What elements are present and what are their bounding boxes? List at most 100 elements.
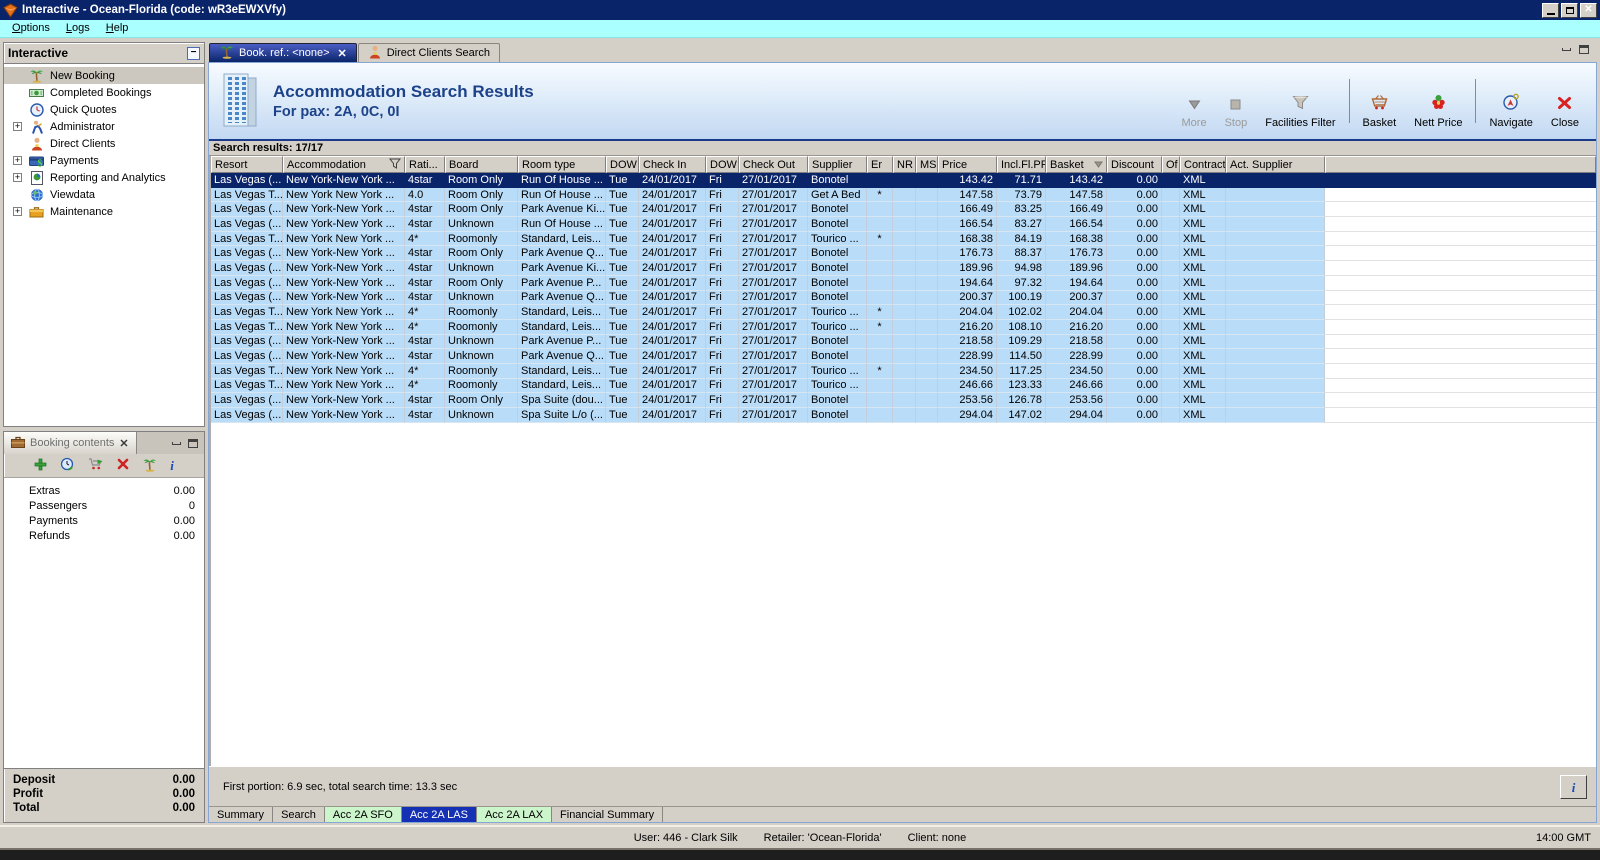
col-header-contract[interactable]: Contract bbox=[1180, 156, 1226, 173]
search-results-bar: Search results: 17/17 bbox=[209, 141, 1596, 156]
doc-minimize-icon[interactable] bbox=[1562, 48, 1571, 51]
menu-item-help[interactable]: Help bbox=[98, 21, 137, 36]
delete-icon[interactable] bbox=[117, 458, 129, 473]
doc-maximize-icon[interactable] bbox=[1579, 45, 1589, 54]
sidebar-item-payments[interactable]: + $ Payments bbox=[4, 152, 204, 169]
bottom-tab-summary[interactable]: Summary bbox=[209, 807, 274, 822]
cell-dow: Tue bbox=[606, 363, 639, 379]
bottom-tab-acc-2a-sfo[interactable]: Acc 2A SFO bbox=[324, 807, 402, 822]
table-row[interactable]: Las Vegas (... New York-New York ... 4star… bbox=[211, 202, 1596, 218]
table-row[interactable]: Las Vegas T... New York New York ... 4* Roo… bbox=[211, 231, 1596, 247]
col-header-of[interactable]: Of bbox=[1162, 156, 1180, 173]
facilities-filter-button[interactable]: Facilities Filter bbox=[1256, 73, 1344, 129]
sidebar-item-direct-clients[interactable]: Direct Clients bbox=[4, 135, 204, 152]
app-logo-icon bbox=[3, 2, 18, 18]
navigate-button[interactable]: Navigate bbox=[1480, 73, 1541, 129]
table-row[interactable]: Las Vegas T... New York New York ... 4* Roo… bbox=[211, 305, 1596, 320]
collapse-panel-button[interactable]: − bbox=[187, 46, 200, 60]
palm-icon[interactable] bbox=[142, 457, 157, 475]
stop-button[interactable]: Stop bbox=[1216, 73, 1257, 129]
filter-funnel-icon[interactable] bbox=[388, 158, 402, 172]
menu-item-options[interactable]: Options bbox=[4, 21, 58, 36]
cell-rati: 4* bbox=[405, 231, 445, 247]
col-header-incl-fl-pp[interactable]: Incl.Fl.PP bbox=[997, 156, 1046, 173]
basket-button[interactable]: Basket bbox=[1354, 73, 1406, 129]
tab-book-ref-none[interactable]: Book. ref.: <none> ✕ bbox=[209, 43, 357, 62]
sidebar-item-administrator[interactable]: + Administrator bbox=[4, 118, 204, 135]
table-row[interactable]: Las Vegas T... New York New York ... 4.0 Ro… bbox=[211, 187, 1596, 203]
menu-item-logs[interactable]: Logs bbox=[58, 21, 98, 36]
table-row[interactable]: Las Vegas (... New York-New York ... 4star… bbox=[211, 393, 1596, 408]
col-header-board[interactable]: Board bbox=[445, 156, 518, 173]
booking-contents-tab[interactable]: Booking contents ✕ bbox=[4, 432, 137, 454]
expand-icon[interactable]: + bbox=[13, 156, 22, 165]
close-button[interactable]: ✕ bbox=[1580, 2, 1597, 18]
table-row[interactable]: Las Vegas (... New York-New York ... 4star… bbox=[211, 217, 1596, 232]
table-row[interactable]: Las Vegas T... New York New York ... 4* Roo… bbox=[211, 363, 1596, 379]
sidebar-item-reporting-and-analytics[interactable]: + Reporting and Analytics bbox=[4, 169, 204, 186]
col-header-room-type[interactable]: Room type bbox=[518, 156, 606, 173]
sidebar-item-viewdata[interactable]: Viewdata bbox=[4, 186, 204, 203]
bottom-tab-financial-summary[interactable]: Financial Summary bbox=[552, 807, 664, 822]
table-row[interactable]: Las Vegas (... New York-New York ... 4star… bbox=[211, 334, 1596, 350]
sidebar-item-quick-quotes[interactable]: Quick Quotes bbox=[4, 101, 204, 118]
bottom-tab-acc-2a-las[interactable]: Acc 2A LAS bbox=[401, 807, 477, 822]
col-header-check-out[interactable]: Check Out bbox=[739, 156, 808, 173]
sidebar-item-maintenance[interactable]: + Maintenance bbox=[4, 203, 204, 220]
minimize-button[interactable] bbox=[1542, 2, 1559, 18]
close-button[interactable]: Close bbox=[1542, 73, 1588, 129]
col-header-resort[interactable]: Resort bbox=[211, 156, 283, 173]
cell-nr bbox=[893, 334, 916, 350]
statusbar-user: User: 446 - Clark Silk bbox=[633, 831, 738, 844]
table-row[interactable]: Las Vegas (... New York-New York ... 4star… bbox=[211, 173, 1596, 188]
col-header-rati[interactable]: Rati... bbox=[405, 156, 445, 173]
expand-icon[interactable]: + bbox=[13, 173, 22, 182]
table-row[interactable]: Las Vegas (... New York-New York ... 4star… bbox=[211, 349, 1596, 364]
col-header-basket[interactable]: Basket bbox=[1046, 156, 1107, 173]
sidebar-item-new-booking[interactable]: New Booking bbox=[4, 67, 204, 84]
col-header-act-supplier[interactable]: Act. Supplier bbox=[1226, 156, 1325, 173]
sidebar-item-completed-bookings[interactable]: Completed Bookings bbox=[4, 84, 204, 101]
col-header-dow[interactable]: DOW bbox=[606, 156, 639, 173]
restore-button[interactable] bbox=[1561, 2, 1578, 18]
booking-contents-close-icon[interactable]: ✕ bbox=[119, 437, 128, 450]
cell-check-out: 27/01/2017 bbox=[739, 393, 808, 408]
col-header-price[interactable]: Price bbox=[938, 156, 997, 173]
col-header-accommodation[interactable]: Accommodation bbox=[283, 156, 405, 173]
table-row[interactable]: Las Vegas T... New York New York ... 4* Roo… bbox=[211, 378, 1596, 394]
info-icon[interactable]: i bbox=[170, 459, 174, 473]
table-row[interactable]: Las Vegas (... New York-New York ... 4star… bbox=[211, 408, 1596, 423]
table-row[interactable]: Las Vegas T... New York New York ... 4* Roo… bbox=[211, 319, 1596, 335]
panel-minimize-icon[interactable] bbox=[172, 441, 181, 445]
col-header-supplier[interactable]: Supplier bbox=[808, 156, 867, 173]
expand-icon[interactable]: + bbox=[13, 122, 22, 131]
cartarrow-icon[interactable] bbox=[88, 457, 104, 474]
more-button[interactable]: More bbox=[1173, 73, 1216, 129]
add-icon[interactable] bbox=[34, 458, 47, 474]
cell-act-supplier bbox=[1226, 246, 1325, 262]
col-header-er[interactable]: Er bbox=[867, 156, 893, 173]
cell-accommodation: New York-New York ... bbox=[283, 334, 405, 350]
table-body: Las Vegas (... New York-New York ... 4star… bbox=[211, 173, 1596, 766]
col-header-check-in[interactable]: Check In bbox=[639, 156, 706, 173]
expand-icon[interactable]: + bbox=[13, 207, 22, 216]
table-row[interactable]: Las Vegas (... New York-New York ... 4star… bbox=[211, 261, 1596, 276]
bottom-tab-acc-2a-lax[interactable]: Acc 2A LAX bbox=[476, 807, 553, 822]
col-header-dow[interactable]: DOW bbox=[706, 156, 739, 173]
tab-direct-clients-search[interactable]: Direct Clients Search bbox=[357, 43, 501, 62]
col-header-nr[interactable]: NR bbox=[893, 156, 916, 173]
panel-maximize-icon[interactable] bbox=[188, 438, 198, 448]
col-header-label: Price bbox=[942, 158, 968, 171]
table-row[interactable]: Las Vegas (... New York-New York ... 4star… bbox=[211, 246, 1596, 262]
table-row[interactable]: Las Vegas (... New York-New York ... 4star… bbox=[211, 275, 1596, 291]
cell-room-type: Park Avenue Ki... bbox=[518, 261, 606, 276]
info-button[interactable]: i bbox=[1560, 775, 1587, 799]
col-header-discount[interactable]: Discount bbox=[1107, 156, 1162, 173]
bottom-tab-search[interactable]: Search bbox=[273, 807, 325, 822]
tab-close-icon[interactable]: ✕ bbox=[338, 47, 347, 60]
cell-board: Unknown bbox=[445, 261, 518, 276]
table-row[interactable]: Las Vegas (... New York-New York ... 4star… bbox=[211, 290, 1596, 306]
col-header-ms[interactable]: MS bbox=[916, 156, 938, 173]
nett-price-button[interactable]: Nett Price bbox=[1405, 73, 1471, 129]
refresh-icon[interactable] bbox=[60, 457, 75, 474]
